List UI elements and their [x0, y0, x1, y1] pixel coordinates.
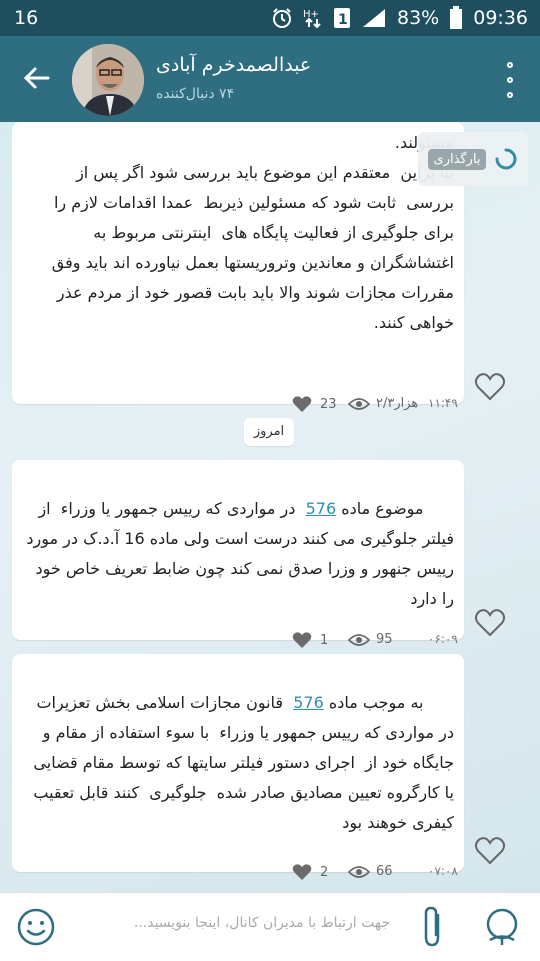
like-count-value: 1	[320, 632, 329, 648]
status-time: 09:36	[473, 7, 528, 29]
sim-icon: 1	[334, 8, 350, 28]
message-input[interactable]: جهت ارتباط با مدیران کانال، اینجا بنویسی…	[100, 915, 390, 931]
channel-header: عبدالصمدخرم آبادی ۷۴ دنبال‌کننده	[0, 36, 540, 122]
attach-icon[interactable]	[418, 903, 446, 951]
avatar[interactable]	[72, 44, 144, 116]
heart-icon[interactable]	[474, 608, 506, 638]
message-bubble: مسئولند. بنا براین معتقدم این موضوع باید…	[12, 122, 464, 412]
alarm-icon	[273, 8, 291, 28]
like-count: 2	[292, 863, 342, 881]
message-text: مسئولند. بنا براین معتقدم این موضوع باید…	[51, 133, 454, 332]
message-time: ۰۶:۰۹	[428, 632, 458, 646]
notification-count: 16	[14, 7, 39, 29]
channel-title: عبدالصمدخرم آبادی	[156, 54, 312, 76]
follower-count: ۷۴ دنبال‌کننده	[156, 86, 235, 102]
view-count: 95	[348, 632, 422, 647]
avatar-portrait	[72, 44, 144, 116]
eye-icon	[348, 633, 370, 646]
loading-toast: بارگذاری	[418, 132, 528, 186]
spinner-icon	[495, 148, 517, 170]
like-count-value: 23	[320, 396, 337, 412]
loading-label: بارگذاری	[427, 148, 487, 170]
view-count-value: 66	[376, 864, 393, 879]
heart-icon	[292, 864, 312, 880]
emoji-icon[interactable]	[16, 907, 56, 947]
battery-percent: 83%	[397, 7, 440, 29]
composer-bar: جهت ارتباط با مدیران کانال، اینجا بنویسی…	[0, 892, 540, 961]
like-count: 23	[292, 395, 342, 413]
message-time: ۰۷:۰۸	[428, 864, 458, 878]
svg-text:1: 1	[338, 12, 348, 28]
eye-icon	[348, 397, 370, 410]
like-count-value: 2	[320, 864, 329, 880]
message-text: موضوع ماده 576 در مواردی که رییس جمهور ی…	[21, 499, 454, 608]
svg-text:H+: H+	[303, 9, 319, 20]
message-text: به موجب ماده 576 قانون مجازات اسلامی بخش…	[28, 693, 454, 832]
heart-icon	[292, 632, 312, 648]
message-bubble: موضوع ماده 576 در مواردی که رییس جمهور ی…	[12, 460, 464, 648]
view-count-value: 95	[376, 632, 393, 647]
date-separator: امروز	[244, 418, 294, 446]
heart-icon	[292, 396, 312, 412]
view-count: 66	[348, 864, 422, 879]
view-count: ۲/۳هزار	[348, 396, 422, 411]
data-arrows-icon: H+	[303, 9, 321, 29]
like-count: 1	[292, 631, 342, 649]
heart-icon[interactable]	[474, 836, 506, 866]
battery-icon	[450, 6, 463, 29]
message-bubble: به موجب ماده 576 قانون مجازات اسلامی بخش…	[12, 654, 464, 880]
overflow-menu-icon[interactable]	[504, 62, 516, 98]
message-time: ۱۱:۴۹	[428, 396, 458, 410]
view-count-value: ۲/۳هزار	[376, 396, 419, 411]
article-link[interactable]: 576	[293, 693, 324, 712]
article-link[interactable]: 576	[306, 499, 337, 518]
heart-icon[interactable]	[474, 372, 506, 402]
back-arrow-icon[interactable]	[20, 61, 54, 95]
mic-icon[interactable]	[482, 907, 522, 947]
eye-icon	[348, 865, 370, 878]
message-list[interactable]: مسئولند. بنا براین معتقدم این موضوع باید…	[0, 122, 540, 892]
signal-icon	[363, 9, 385, 27]
status-bar: 16 H+ 1 83% 09:36	[0, 0, 540, 36]
